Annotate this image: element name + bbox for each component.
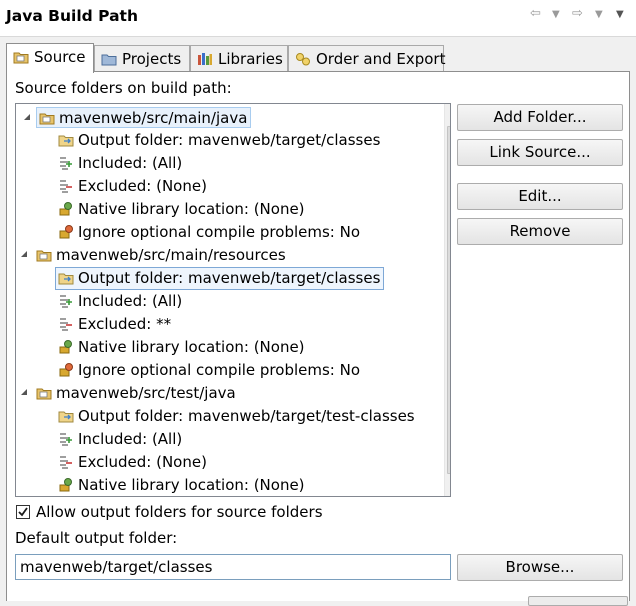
- scroll-up-arrow-icon[interactable]: [449, 110, 451, 119]
- page-title: Java Build Path: [6, 7, 138, 25]
- source-folder-icon: [13, 50, 29, 64]
- exclusion-filter-icon: [58, 178, 74, 194]
- tree-item-included[interactable]: Included: (All): [58, 291, 182, 312]
- grip-icon: [450, 295, 451, 303]
- tree-item-source-folder[interactable]: mavenweb/src/test/java: [21, 383, 236, 404]
- checkmark-icon: [18, 507, 28, 517]
- output-folder-icon: [58, 270, 74, 286]
- tab-projects[interactable]: Projects: [94, 45, 190, 72]
- add-folder-button[interactable]: Add Folder...: [457, 104, 623, 131]
- source-folder-icon: [39, 110, 55, 126]
- exclusion-filter-icon: [58, 454, 74, 470]
- tree-item-native-library[interactable]: Native library location: (None): [58, 199, 305, 220]
- allow-output-folders-label[interactable]: Allow output folders for source folders: [36, 503, 323, 521]
- back-history-dropdown-icon[interactable]: ▼: [552, 9, 560, 20]
- source-folder-icon: [36, 385, 52, 401]
- scroll-down-arrow-icon[interactable]: [449, 482, 451, 491]
- native-library-icon: [58, 339, 74, 355]
- native-library-icon: [58, 201, 74, 217]
- tree-vertical-scrollbar[interactable]: [444, 104, 451, 496]
- expand-triangle-icon[interactable]: [22, 112, 32, 122]
- tree-item-output-folder[interactable]: Output folder: mavenweb/target/classes: [58, 130, 380, 151]
- link-source-button[interactable]: Link Source...: [457, 139, 623, 166]
- tree-item-native-library[interactable]: Native library location: (None): [58, 337, 305, 358]
- libraries-icon: [197, 52, 213, 66]
- tree-item-source-folder[interactable]: mavenweb/src/main/java: [24, 107, 252, 128]
- tab-bar: Source Projects Libraries Order and Expo…: [6, 43, 630, 73]
- inclusion-filter-icon: [58, 293, 74, 309]
- output-folder-icon: [58, 132, 74, 148]
- view-menu-icon[interactable]: ▼: [616, 9, 624, 20]
- source-folders-label: Source folders on build path:: [15, 79, 232, 97]
- tree-item-excluded[interactable]: Excluded: (None): [58, 176, 207, 197]
- default-output-folder-field[interactable]: mavenweb/target/classes: [15, 554, 451, 580]
- ignore-problems-icon: [58, 362, 74, 378]
- ignore-problems-icon: [58, 224, 74, 240]
- back-arrow-icon[interactable]: ⇦: [530, 6, 541, 21]
- native-library-icon: [58, 477, 74, 493]
- tree-item-native-library[interactable]: Native library location: (None): [58, 475, 305, 496]
- inclusion-filter-icon: [58, 431, 74, 447]
- tree-item-output-folder[interactable]: Output folder: mavenweb/target/classes: [54, 267, 385, 290]
- tree-item-ignore-problems[interactable]: Ignore optional compile problems: No: [58, 360, 360, 381]
- forward-arrow-icon[interactable]: ⇨: [572, 6, 583, 21]
- tab-source[interactable]: Source: [6, 43, 94, 73]
- dialog-button-partial[interactable]: [528, 596, 628, 606]
- browse-button[interactable]: Browse...: [457, 554, 623, 581]
- tree-item-excluded[interactable]: Excluded: **: [58, 314, 171, 335]
- tree-item-included[interactable]: Included: (All): [58, 429, 182, 450]
- tree-item-source-folder[interactable]: mavenweb/src/main/resources: [21, 245, 286, 266]
- forward-history-dropdown-icon[interactable]: ▼: [595, 9, 603, 20]
- projects-icon: [101, 52, 117, 66]
- tab-order-and-export[interactable]: Order and Export: [288, 45, 446, 72]
- tree-item-ignore-problems[interactable]: Ignore optional compile problems: No: [58, 222, 360, 243]
- tree-item-output-folder[interactable]: Output folder: mavenweb/target/test-clas…: [58, 406, 415, 427]
- source-folder-icon: [36, 247, 52, 263]
- output-folder-icon: [58, 408, 74, 424]
- allow-output-folders-checkbox[interactable]: [16, 505, 30, 519]
- default-output-folder-label: Default output folder:: [15, 529, 178, 547]
- expand-triangle-icon[interactable]: [19, 387, 29, 397]
- tree-item-excluded[interactable]: Excluded: (None): [58, 452, 207, 473]
- order-export-icon: [295, 52, 311, 66]
- tree-item-included[interactable]: Included: (All): [58, 153, 182, 174]
- scrollbar-thumb[interactable]: [447, 126, 451, 474]
- title-bar: Java Build Path ⇦ ▼ ⇨ ▼ ▼: [0, 0, 636, 37]
- source-folders-tree[interactable]: mavenweb/src/main/java Output folder: ma…: [15, 103, 451, 497]
- remove-button[interactable]: Remove: [457, 218, 623, 245]
- exclusion-filter-icon: [58, 316, 74, 332]
- inclusion-filter-icon: [58, 155, 74, 171]
- tab-libraries[interactable]: Libraries: [190, 45, 288, 72]
- edit-button[interactable]: Edit...: [457, 183, 623, 210]
- expand-triangle-icon[interactable]: [19, 249, 29, 259]
